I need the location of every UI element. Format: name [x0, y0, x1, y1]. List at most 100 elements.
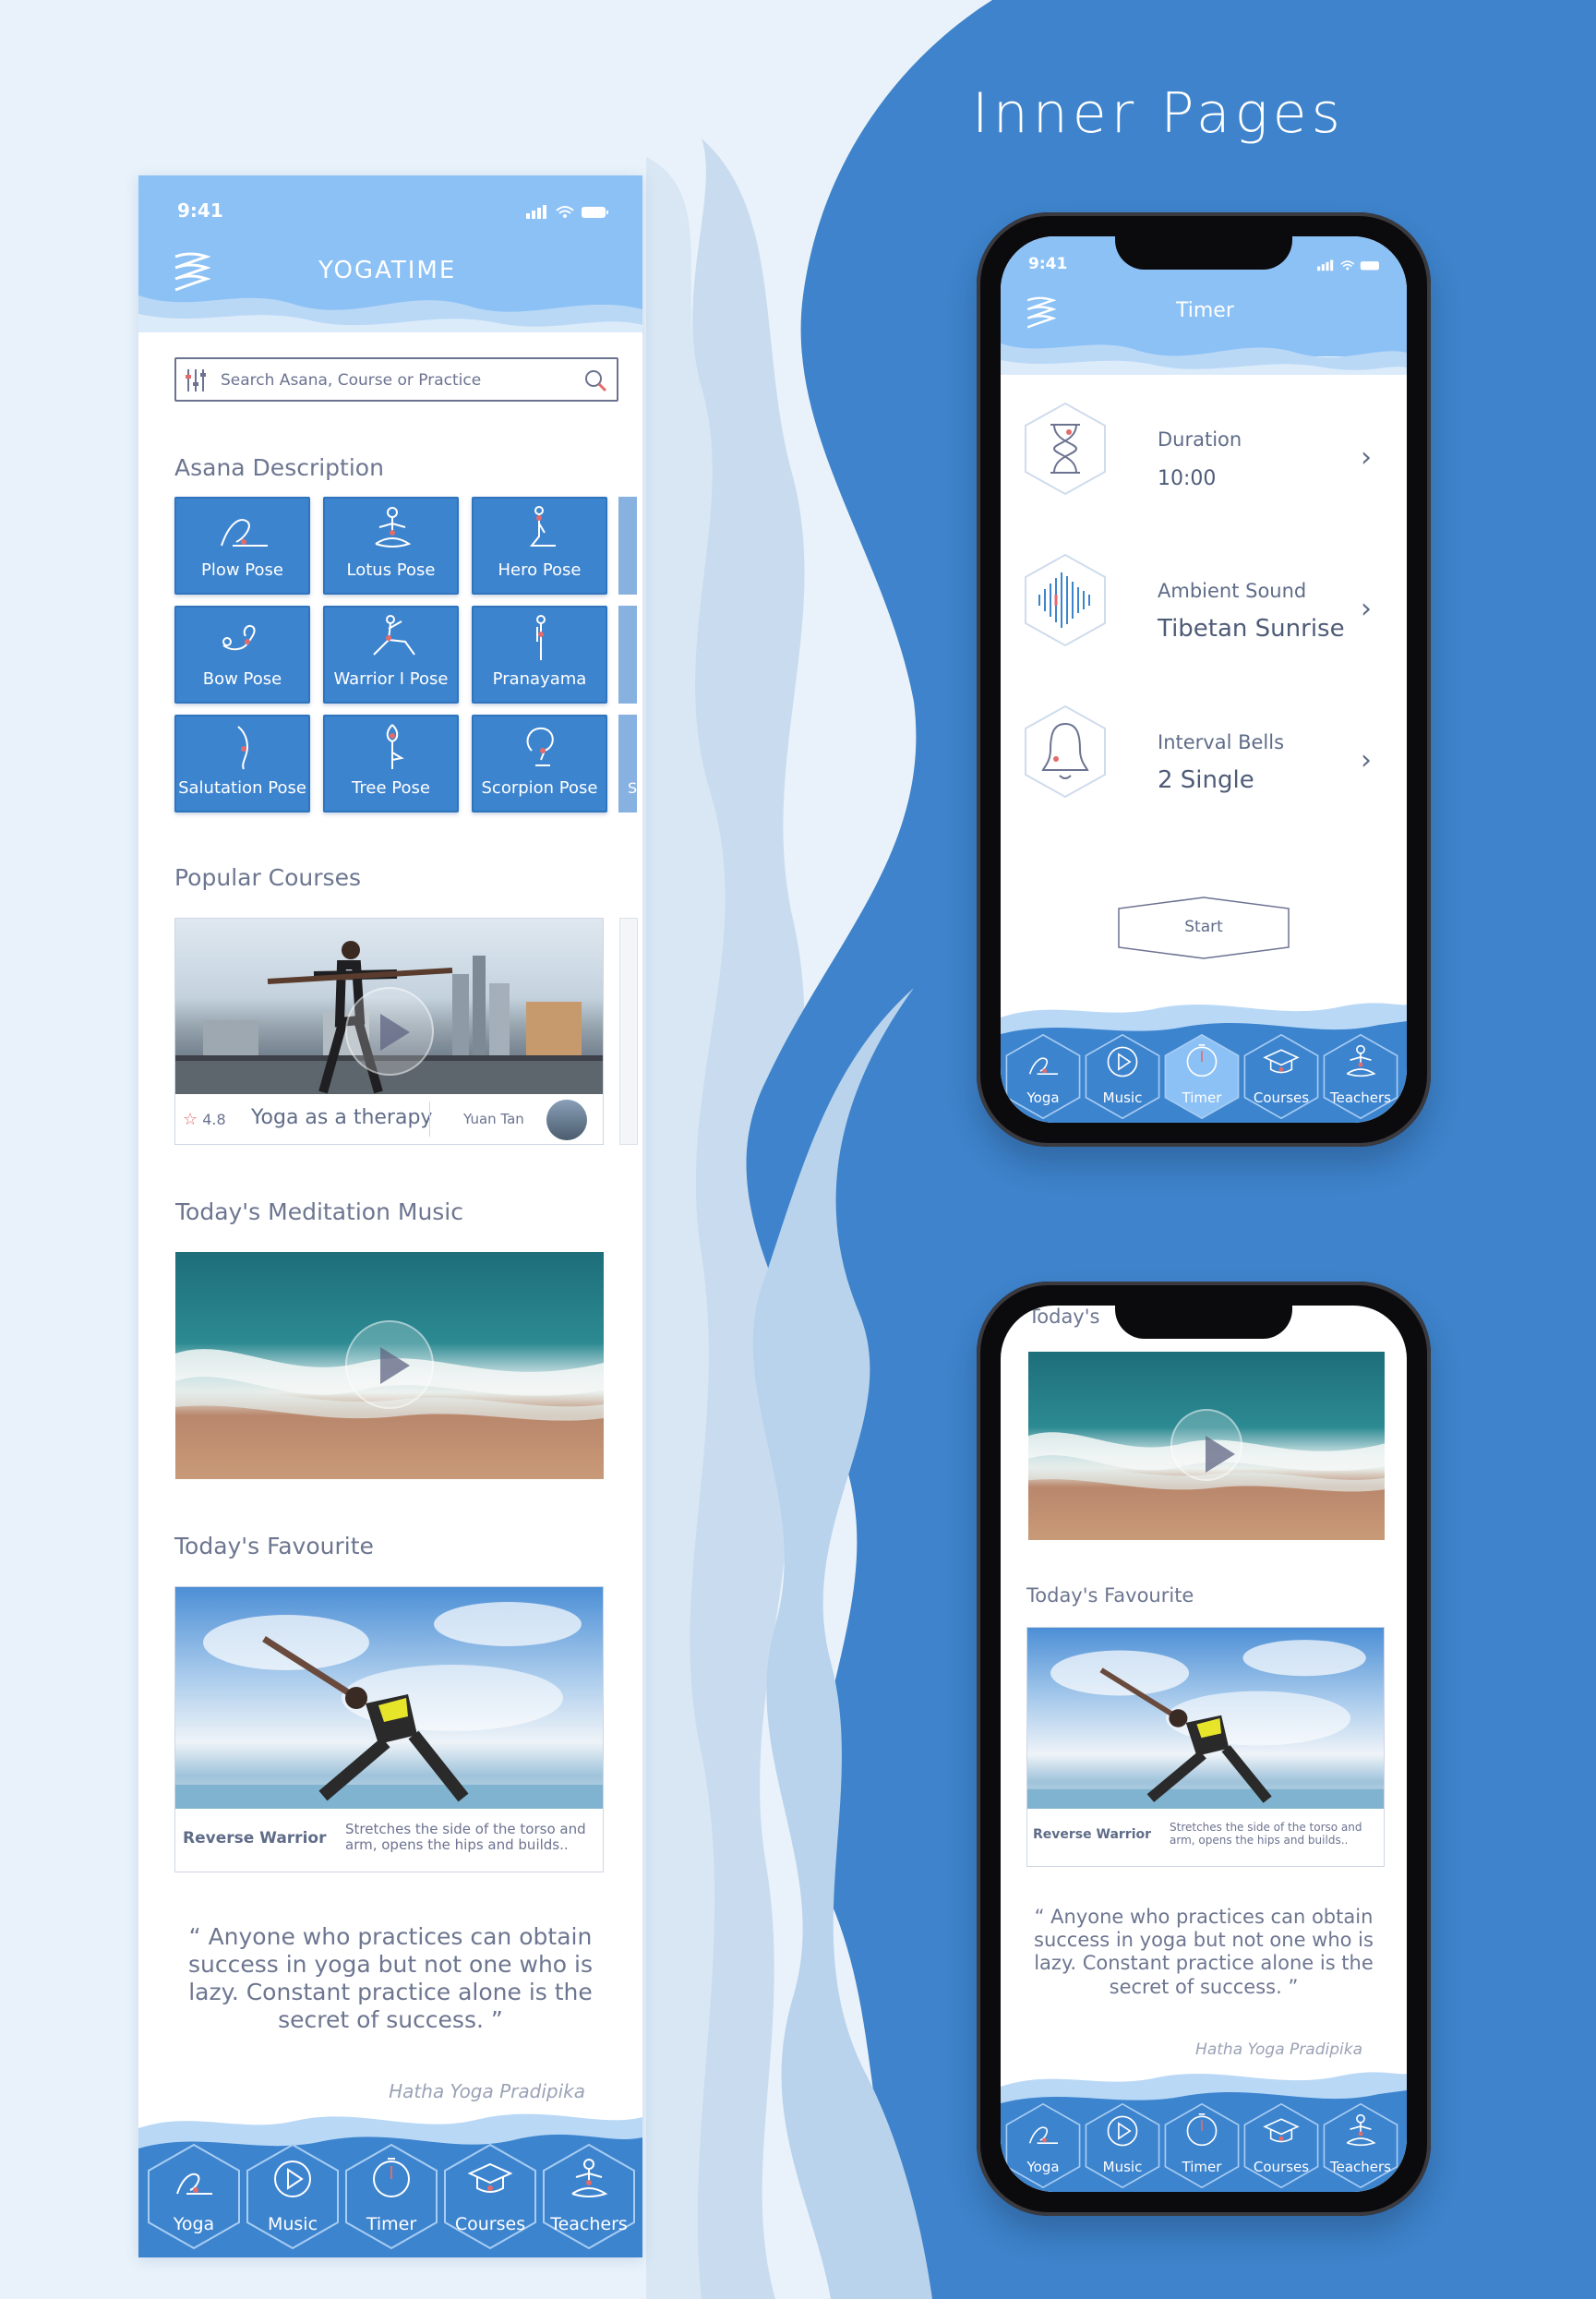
- filter-icon[interactable]: [184, 367, 208, 393]
- bow-pose-icon: [222, 625, 256, 651]
- timer-row-ambient-sound[interactable]: Ambient Sound Tibetan Sunrise ›: [1001, 545, 1407, 683]
- bottom-nav: Yoga Music Timer Courses Teachers: [138, 2142, 642, 2253]
- nav-label: Yoga: [1026, 1089, 1060, 1106]
- yoga-icon: [176, 2173, 212, 2195]
- menu-icon[interactable]: [1025, 295, 1056, 331]
- course-card-peek: [619, 918, 638, 1145]
- favourite-card[interactable]: Reverse Warrior Stretches the side of th…: [174, 1586, 604, 1872]
- status-icons: [1317, 259, 1379, 271]
- course-card[interactable]: ☆ 4.8 Yoga as a therapy Yuan Tan: [174, 918, 604, 1145]
- nav-label: Music: [267, 2214, 318, 2234]
- course-rating: ☆ 4.8: [183, 1110, 226, 1129]
- timer-icon: [373, 2158, 410, 2197]
- quote-line: success in yoga but not one who is: [187, 1951, 594, 1978]
- asana-tile-salutation-pose[interactable]: Salutation Pose: [174, 715, 310, 812]
- nav-music[interactable]: Music: [245, 2142, 341, 2251]
- nav-courses[interactable]: Courses: [442, 2142, 538, 2251]
- asana-tile-hero-pose[interactable]: Hero Pose: [472, 497, 607, 595]
- nav-timer[interactable]: Timer: [343, 2142, 439, 2251]
- tree-pose-icon: [386, 724, 404, 769]
- asana-tile-peek: Si: [618, 715, 642, 812]
- quote-author: Hatha Yoga Pradipika: [1195, 2040, 1362, 2059]
- quote-line: “ Anyone who practices can obtain: [188, 1923, 593, 1950]
- asana-label: Warrior I Pose: [333, 669, 449, 689]
- asana-tile-pranayama[interactable]: Pranayama: [472, 606, 607, 704]
- asana-label: Hero Pose: [498, 560, 582, 580]
- play-button[interactable]: [1170, 1409, 1242, 1481]
- teachers-icon: [1346, 1044, 1376, 1077]
- asana-tile-lotus-pose[interactable]: Lotus Pose: [323, 497, 459, 595]
- asana-tile-tree-pose[interactable]: Tree Pose: [323, 715, 459, 812]
- asana-tile-plow-pose[interactable]: Plow Pose: [174, 497, 310, 595]
- nav-teachers[interactable]: Teachers: [1322, 2101, 1399, 2190]
- partial-section-title: Today's: [1028, 1306, 1100, 1328]
- quote: “ Anyone who practices can obtain succes…: [138, 1923, 642, 2034]
- status-time: 9:41: [177, 199, 223, 222]
- lotus-pose-icon: [375, 507, 412, 548]
- quote-author: Hatha Yoga Pradipika: [389, 2080, 585, 2102]
- asana-peek-label: Si: [628, 779, 642, 797]
- divider: [429, 1101, 430, 1137]
- timer-row-duration[interactable]: Duration 10:00 ›: [1001, 393, 1407, 532]
- meditation-music-card[interactable]: [175, 1252, 604, 1479]
- quote-line: success in yoga but not one who is: [1034, 1929, 1374, 1952]
- row-value: 2 Single: [1158, 766, 1254, 794]
- timer-screen: 9:41 Timer Duration 10:00 › Ambient Soun…: [1001, 236, 1407, 1123]
- timer-row-interval-bells[interactable]: Interval Bells 2 Single ›: [1001, 696, 1407, 835]
- phone-notch: [1115, 236, 1292, 270]
- search-icon[interactable]: [583, 368, 607, 392]
- nav-timer[interactable]: Timer: [1163, 2101, 1241, 2190]
- nav-label: Courses: [1253, 2159, 1310, 2175]
- asana-label: Pranayama: [492, 669, 587, 689]
- nav-music[interactable]: Music: [1084, 2101, 1161, 2190]
- favourite-desc-line: arm, opens the hips and builds..: [1170, 1833, 1349, 1847]
- favourite-description: Stretches the side of the torso and arm,…: [1170, 1821, 1362, 1848]
- nav-label: Music: [1102, 1089, 1143, 1106]
- nav-courses[interactable]: Courses: [1242, 1032, 1320, 1121]
- reverse-warrior-illustration: [1027, 1640, 1384, 1809]
- star-icon: ☆: [183, 1110, 198, 1129]
- nav-teachers[interactable]: Teachers: [1322, 1032, 1399, 1121]
- nav-courses[interactable]: Courses: [1242, 2101, 1320, 2190]
- favourite-desc-line: arm, opens the hips and builds..: [345, 1836, 569, 1854]
- start-button[interactable]: Start: [1117, 896, 1290, 960]
- asana-label: Plow Pose: [201, 560, 283, 580]
- nav-label: Courses: [454, 2214, 526, 2234]
- phone-notch: [1115, 1306, 1292, 1339]
- screen-title: Timer: [1176, 299, 1234, 322]
- page-heading: Inner Pages: [972, 81, 1345, 146]
- plow-pose-icon: [221, 519, 268, 547]
- phone-timer: 9:41 Timer Duration 10:00 › Ambient Soun…: [977, 212, 1431, 1147]
- menu-icon[interactable]: [172, 251, 210, 294]
- quote-line: lazy. Constant practice alone is the: [1034, 1952, 1374, 1975]
- nav-label: Teachers: [1330, 1089, 1391, 1106]
- play-button[interactable]: [345, 987, 434, 1076]
- row-value: Tibetan Sunrise: [1158, 615, 1345, 643]
- courses-section-title: Popular Courses: [174, 864, 361, 891]
- reverse-warrior-illustration: [175, 1602, 603, 1809]
- meditation-music-card[interactable]: [1028, 1352, 1385, 1540]
- asana-tile-bow-pose[interactable]: Bow Pose: [174, 606, 310, 704]
- nav-yoga[interactable]: Yoga: [146, 2142, 242, 2251]
- nav-timer-active[interactable]: Timer: [1163, 1032, 1241, 1121]
- favourite-card[interactable]: Reverse Warrior Stretches the side of th…: [1026, 1627, 1385, 1867]
- asana-tile-warrior-pose[interactable]: Warrior I Pose: [323, 606, 459, 704]
- nav-teachers[interactable]: Teachers: [541, 2142, 637, 2251]
- asana-label: Salutation Pose: [178, 778, 306, 798]
- nav-yoga[interactable]: Yoga: [1004, 1032, 1082, 1121]
- asana-tile-scorpion-pose[interactable]: Scorpion Pose: [472, 715, 607, 812]
- row-label: Interval Bells: [1158, 731, 1285, 753]
- search-bar[interactable]: Search Asana, Course or Practice: [174, 357, 618, 402]
- row-label: Ambient Sound: [1158, 580, 1307, 602]
- asana-tile-peek: [618, 497, 637, 595]
- chevron-right-icon: ›: [1361, 593, 1372, 625]
- nav-music[interactable]: Music: [1084, 1032, 1161, 1121]
- row-label: Duration: [1158, 428, 1242, 451]
- salutation-pose-icon: [237, 726, 248, 770]
- bell-icon: [1025, 704, 1106, 799]
- play-button[interactable]: [345, 1320, 434, 1409]
- course-name: Yoga as a therapy: [251, 1106, 433, 1129]
- nav-yoga[interactable]: Yoga: [1004, 2101, 1082, 2190]
- search-input[interactable]: Search Asana, Course or Practice: [221, 371, 481, 390]
- asana-label: Tree Pose: [352, 778, 430, 798]
